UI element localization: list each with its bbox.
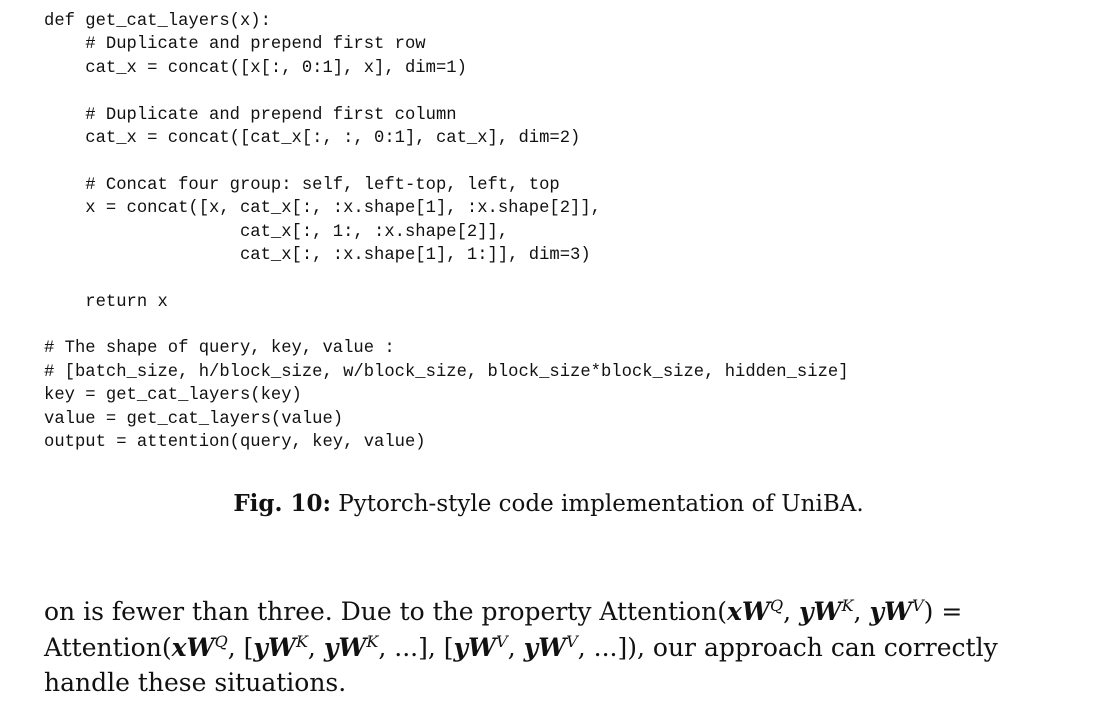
figure-caption-text: Pytorch-style code implementation of Uni…: [330, 491, 864, 517]
paragraph-line-1: on is fewer than three. Due to the prope…: [44, 596, 963, 626]
paragraph-line-2: Attention(xWQ, [yWK, yWK, ...], [yWV, yW…: [44, 631, 998, 662]
code-line: # Duplicate and prepend first column: [44, 105, 457, 125]
code-line: key = get_cat_layers(key): [44, 386, 302, 406]
body-paragraph: on is fewer than three. Due to the prope…: [44, 594, 1084, 701]
code-line: # Concat four group: self, left-top, lef…: [44, 175, 560, 195]
code-line: # Duplicate and prepend first row: [44, 35, 426, 55]
code-line: value = get_cat_layers(value): [44, 409, 344, 429]
code-line: output = attention(query, key, value): [44, 433, 426, 453]
code-line: cat_x = concat([x[:, 0:1], x], dim=1): [44, 58, 467, 78]
code-line: x = concat([x, cat_x[:, :x.shape[1], :x.…: [44, 199, 601, 219]
code-line: def get_cat_layers(x):: [44, 12, 271, 31]
code-listing: def get_cat_layers(x): # Duplicate and p…: [44, 10, 849, 454]
code-line: # [batch_size, h/block_size, w/block_siz…: [44, 362, 849, 382]
code-line: cat_x[:, :x.shape[1], 1:]], dim=3): [44, 245, 591, 265]
code-line: return x: [44, 292, 168, 312]
code-line: cat_x = concat([cat_x[:, :, 0:1], cat_x]…: [44, 128, 581, 148]
paragraph-line-3: handle these situations.: [44, 668, 347, 697]
figure-label: Fig. 10:: [233, 490, 331, 517]
figure-caption: Fig. 10: Pytorch-style code implementati…: [0, 490, 1097, 517]
code-line: # The shape of query, key, value :: [44, 339, 395, 359]
code-line: cat_x[:, 1:, :x.shape[2]],: [44, 222, 509, 242]
